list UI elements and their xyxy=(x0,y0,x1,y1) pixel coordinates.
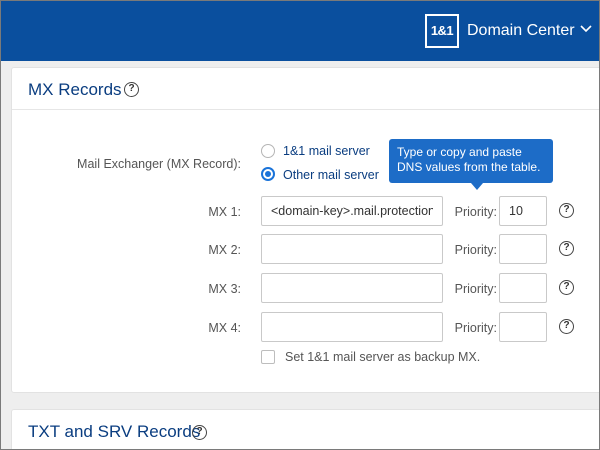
mx-records-header: MX Records ? xyxy=(12,68,599,110)
mx4-host-input[interactable] xyxy=(261,312,443,342)
txt-srv-header: TXT and SRV Records ? xyxy=(12,410,599,449)
mx4-help-icon[interactable]: ? xyxy=(559,319,574,334)
mx1-help-icon[interactable]: ? xyxy=(559,203,574,218)
mx2-host-input[interactable] xyxy=(261,234,443,264)
mx3-host-input[interactable] xyxy=(261,273,443,303)
mx4-priority-label: Priority: xyxy=(454,321,497,335)
mx2-label: MX 2: xyxy=(208,243,241,257)
mx3-label: MX 3: xyxy=(208,282,241,296)
radio-1and1-mail-server[interactable] xyxy=(261,144,275,158)
mx3-priority-input[interactable] xyxy=(499,273,547,303)
mx1-host-input[interactable] xyxy=(261,196,443,226)
radio-other-label[interactable]: Other mail server xyxy=(283,167,379,183)
top-bar: 1&1 Domain Center xyxy=(1,1,599,61)
txt-srv-records-card: TXT and SRV Records ? xyxy=(11,409,599,449)
mx2-priority-input[interactable] xyxy=(499,234,547,264)
mx1-priority-input[interactable] xyxy=(499,196,547,226)
mx3-help-icon[interactable]: ? xyxy=(559,280,574,295)
backup-mx-checkbox[interactable] xyxy=(261,350,275,364)
tooltip-arrow xyxy=(471,183,483,190)
mx3-priority-label: Priority: xyxy=(454,282,497,296)
dns-tooltip: Type or copy and paste DNS values from t… xyxy=(389,139,553,183)
txt-srv-help-icon[interactable]: ? xyxy=(192,425,207,440)
mx-records-title: MX Records xyxy=(28,80,122,99)
txt-srv-title: TXT and SRV Records xyxy=(28,422,201,441)
radio-other-mail-server[interactable] xyxy=(261,167,275,181)
mx-help-icon[interactable]: ? xyxy=(124,82,139,97)
app-frame: 1&1 Domain Center MX Records ? Mail Exch… xyxy=(0,0,600,450)
chevron-down-icon[interactable] xyxy=(579,22,593,36)
mx2-help-icon[interactable]: ? xyxy=(559,241,574,256)
backup-mx-label[interactable]: Set 1&1 mail server as backup MX. xyxy=(285,349,480,365)
mx1-label: MX 1: xyxy=(208,205,241,219)
mx2-priority-label: Priority: xyxy=(454,243,497,257)
mx1-priority-label: Priority: xyxy=(454,205,497,219)
mx-records-card: MX Records ? xyxy=(11,67,599,393)
mx4-label: MX 4: xyxy=(208,321,241,335)
brand-logo: 1&1 xyxy=(425,14,459,48)
radio-1and1-label[interactable]: 1&1 mail server xyxy=(283,143,370,159)
mail-exchanger-label: Mail Exchanger (MX Record): xyxy=(77,157,241,171)
domain-center-title[interactable]: Domain Center xyxy=(467,20,575,42)
mx4-priority-input[interactable] xyxy=(499,312,547,342)
